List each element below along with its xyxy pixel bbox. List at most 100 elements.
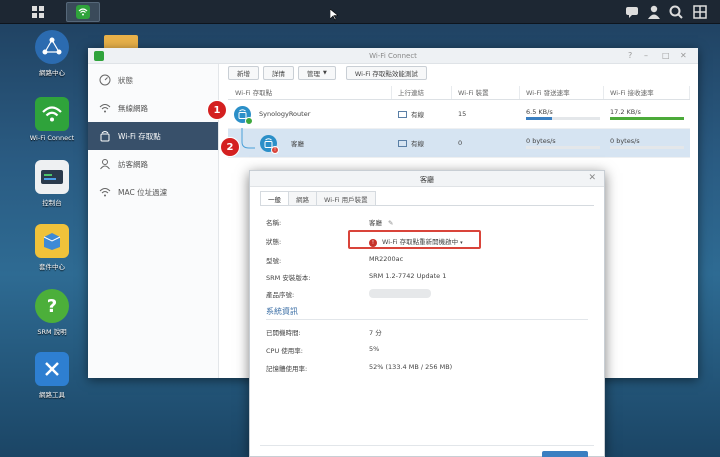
field-value: 客廳 (369, 219, 382, 227)
desktop-icon-label: 控制台 (42, 199, 62, 207)
field-serial: 產品序號: (266, 289, 431, 299)
wifi-point-detail-dialog: 客廳 ✕ 一般 網路 Wi-Fi 用戶裝置 名稱: 客廳 ✎ 狀態: ! Wi-Fi… (249, 170, 605, 457)
device-count: 15 (458, 110, 467, 118)
tx-rate: 6.5 KB/s (526, 107, 553, 116)
desktop-icon-wifi-connect[interactable]: Wi-Fi Connect (24, 97, 80, 142)
rx-rate: 17.2 KB/s (610, 107, 641, 116)
taskbar-wifi-connect-button[interactable] (66, 2, 100, 22)
section-title: 系統資訊 (266, 307, 298, 316)
column-header[interactable]: Wi-Fi 接收速率 (604, 86, 690, 99)
tab-divider (260, 205, 594, 206)
chevron-down-icon: ▼ (323, 70, 327, 76)
manage-label: 管理 (307, 70, 320, 78)
network-icon (35, 30, 69, 64)
tx-rate-bar (526, 145, 600, 149)
ok-button[interactable] (542, 451, 588, 457)
field-label: 狀態: (266, 238, 282, 246)
wifi-point-name: SynologyRouter (259, 110, 311, 118)
desktop-icon-control-panel[interactable]: 控制台 (24, 160, 80, 207)
wifi-points-table: Wi-Fi 存取點 上行連結 Wi-Fi 裝置 Wi-Fi 發送速率 Wi-Fi… (228, 86, 690, 158)
desktop-icon-network-center[interactable]: 網路中心 (24, 30, 80, 77)
status-highlight-box (348, 230, 481, 249)
router-icon: ! (260, 134, 279, 154)
sidebar: 狀態 無線網路 Wi-Fi 存取點 訪客網路 MAC 位址過濾 (88, 64, 219, 378)
field-value: 5% (369, 345, 380, 353)
sidebar-item-status[interactable]: 狀態 (88, 66, 218, 94)
serial-blurred (369, 289, 431, 298)
dialog-tabs: 一般 網路 Wi-Fi 用戶裝置 (260, 191, 376, 205)
desktop-icon-network-tools[interactable]: 網路工具 (24, 352, 80, 399)
tab-general[interactable]: 一般 (260, 191, 289, 205)
field-value: 7 分 (369, 329, 382, 337)
step-marker-2: 2 (220, 137, 240, 157)
close-icon[interactable]: ✕ (588, 173, 596, 183)
chat-icon[interactable] (624, 4, 640, 20)
edit-icon[interactable]: ✎ (388, 219, 393, 227)
device-count: 0 (458, 139, 463, 147)
tools-icon (35, 352, 69, 386)
grid-icon (32, 6, 44, 18)
table-row[interactable]: SynologyRouter 有線 15 6.5 KB/s 17.2 KB/s (228, 100, 690, 129)
filter-icon (98, 186, 112, 198)
field-status: 狀態: ! Wi-Fi 存取點重新開機啟中 ▾ (266, 236, 463, 247)
column-header[interactable]: Wi-Fi 存取點 (228, 86, 392, 99)
control-panel-icon (35, 160, 69, 194)
sidebar-item-label: 無線網路 (118, 103, 148, 113)
user-icon[interactable] (646, 4, 662, 20)
desktop-icon-label: Wi-Fi Connect (29, 134, 75, 142)
field-srm-version: SRM 安裝版本: SRM 1.2-7742 Update 1 (266, 272, 446, 282)
search-icon[interactable] (668, 4, 684, 20)
add-button[interactable]: 新增 (228, 66, 259, 80)
rx-rate: 0 bytes/s (610, 136, 640, 145)
uplink-value: 有線 (411, 140, 424, 148)
section-divider (266, 319, 588, 320)
field-name: 名稱: 客廳 ✎ (266, 217, 393, 227)
router-icon (234, 105, 253, 125)
table-header: Wi-Fi 存取點 上行連結 Wi-Fi 裝置 Wi-Fi 發送速率 Wi-Fi… (228, 86, 690, 100)
sidebar-item-mac-filter[interactable]: MAC 位址過濾 (88, 178, 218, 206)
performance-test-button[interactable]: Wi-Fi 存取點效能測試 (345, 66, 427, 80)
window-titlebar[interactable]: Wi-Fi Connect ? – □ ✕ (88, 48, 698, 64)
help-icon[interactable]: ? (628, 51, 632, 60)
main-menu-button[interactable] (26, 2, 50, 22)
field-model: 型號: MR2200ac (266, 255, 403, 265)
maximize-icon[interactable]: □ (662, 51, 670, 60)
detail-button[interactable]: 詳情 (263, 66, 294, 80)
desktop-icon-srm-help[interactable]: ? SRM 說明 (24, 289, 80, 336)
sidebar-item-guest[interactable]: 訪客網路 (88, 150, 218, 178)
column-header[interactable]: Wi-Fi 裝置 (452, 86, 520, 99)
field-memory: 記憶體使用率: 52% (133.4 MB / 256 MB) (266, 363, 452, 373)
field-label: CPU 使用率: (266, 347, 303, 355)
lan-icon (398, 110, 407, 118)
error-icon: ! (271, 145, 279, 154)
sidebar-item-wireless[interactable]: 無線網路 (88, 94, 218, 122)
sidebar-item-wifi-points[interactable]: Wi-Fi 存取點 (88, 122, 218, 150)
toolbar: 新增 詳情 管理 ▼ Wi-Fi 存取點效能測試 (228, 66, 427, 82)
tab-wifi-clients[interactable]: Wi-Fi 用戶裝置 (316, 191, 376, 205)
table-row[interactable]: ! 客廳 有線 0 0 bytes/s 0 bytes/s (228, 127, 690, 158)
field-label: 型號: (266, 257, 282, 265)
lan-icon (398, 139, 407, 147)
sidebar-item-label: MAC 位址過濾 (118, 187, 168, 197)
desktop-icon-label: 網路工具 (39, 391, 65, 399)
rx-rate-bar (610, 145, 684, 149)
desktop-icon-package-center[interactable]: 套件中心 (24, 224, 80, 271)
widgets-icon[interactable] (692, 4, 708, 20)
wifi-point-name: 客廳 (291, 140, 304, 148)
field-label: SRM 安裝版本: (266, 274, 311, 282)
desktop-icon-label: 網路中心 (39, 69, 65, 77)
tab-network[interactable]: 網路 (288, 191, 317, 205)
close-icon[interactable]: ✕ (680, 51, 687, 60)
taskbar (0, 0, 720, 24)
manage-button[interactable]: 管理 ▼ (298, 66, 336, 80)
desktop-icon-label: 套件中心 (39, 263, 65, 271)
column-header[interactable]: 上行連結 (392, 86, 452, 99)
column-header[interactable]: Wi-Fi 發送速率 (520, 86, 604, 99)
router-icon (98, 130, 112, 142)
field-label: 名稱: (266, 219, 282, 227)
dialog-titlebar[interactable]: 客廳 ✕ (250, 171, 604, 187)
check-icon (245, 116, 253, 125)
field-label: 記憶體使用率: (266, 365, 308, 373)
minimize-icon[interactable]: – (644, 51, 648, 60)
package-center-icon (35, 224, 69, 258)
